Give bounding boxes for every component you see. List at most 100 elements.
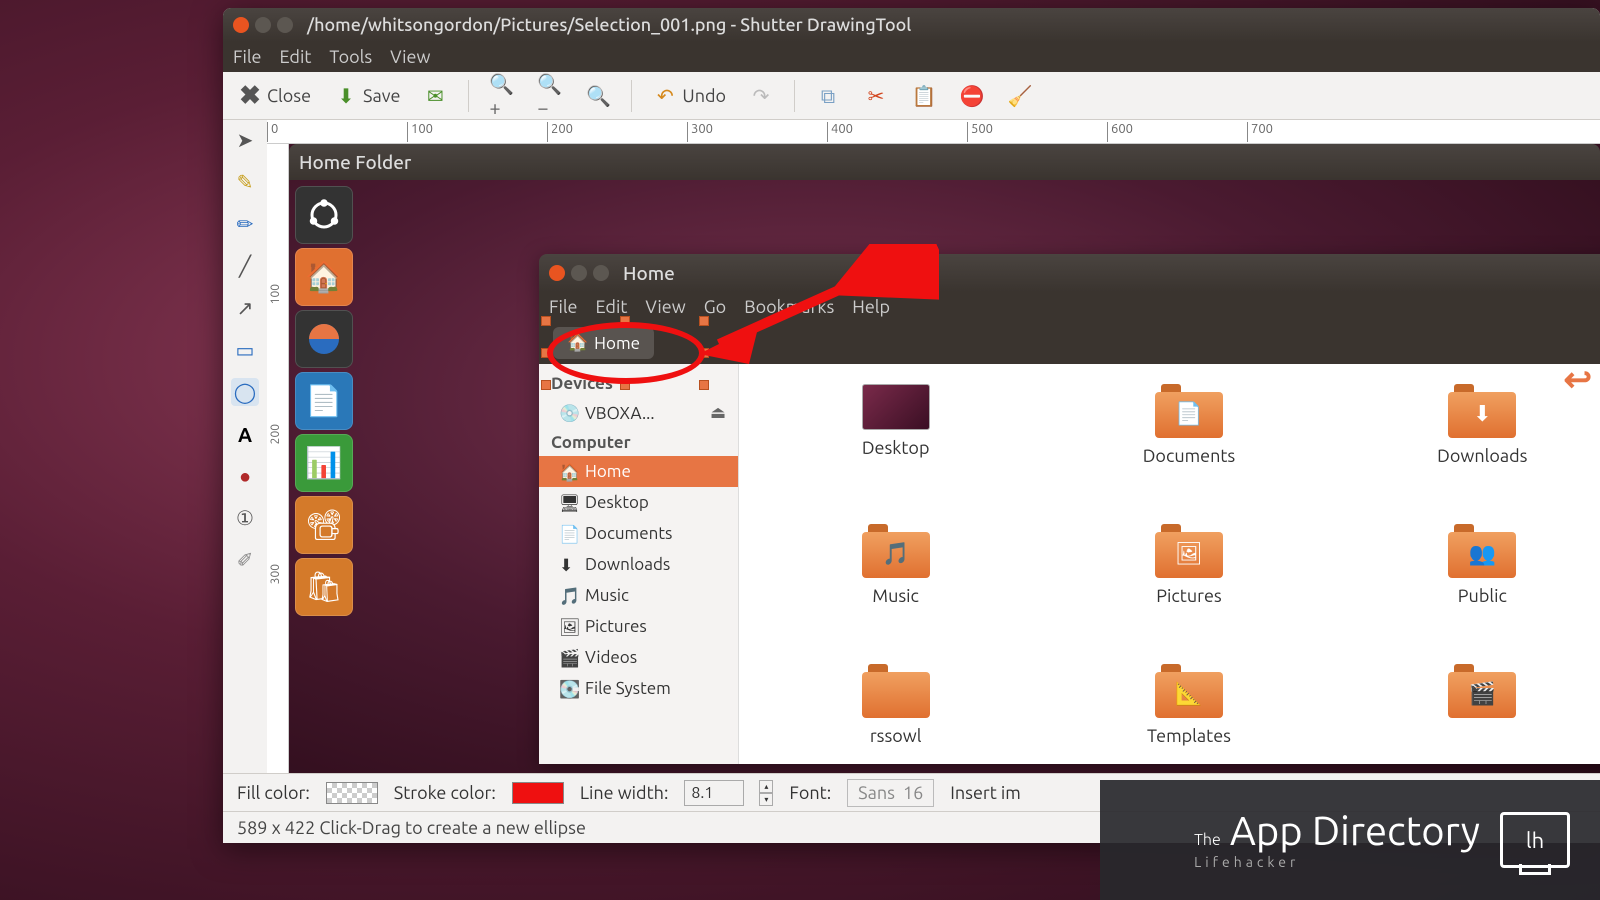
handle-sw[interactable] <box>541 380 551 390</box>
eject-icon[interactable]: ⏏ <box>710 403 726 423</box>
undo-button[interactable]: ↶Undo <box>646 79 732 113</box>
folder-templates[interactable]: 📐Templates <box>1062 664 1315 764</box>
folder-label: Music <box>872 586 918 606</box>
folder-videos[interactable]: 🎬 <box>1356 664 1600 764</box>
menu-file[interactable]: File <box>233 47 262 67</box>
cut-button[interactable]: ✂ <box>857 79 895 113</box>
separator <box>468 80 469 112</box>
linewidth-input[interactable]: 8.1 <box>684 780 744 806</box>
sidebar-label: Home <box>585 462 631 481</box>
edit-area: ➤ ✎ ✏ ╱ ↗ ▭ ◯ A ● ① ✐ 0 100 200 300 400 … <box>223 120 1600 773</box>
redo-button[interactable]: ↷ <box>742 79 780 113</box>
sidebar-item-music[interactable]: 🎵Music <box>539 580 738 611</box>
folder-documents[interactable]: 📄Documents <box>1062 384 1315 514</box>
sidebar-item-desktop[interactable]: 🖥Desktop <box>539 487 738 518</box>
sidebar-item-downloads[interactable]: ⬇Downloads <box>539 549 738 580</box>
unity-launcher: 🏠 📄 📊 📽 🛍 <box>295 186 355 620</box>
font-picker[interactable]: Sans16 <box>847 779 934 807</box>
ellipse-tool[interactable]: ◯ <box>231 378 259 406</box>
annotation-arrow[interactable] <box>689 244 939 374</box>
folder-public[interactable]: 👥Public <box>1356 524 1600 654</box>
window-maximize-button[interactable] <box>277 17 293 33</box>
zoom-in-button[interactable]: 🔍+ <box>483 79 521 113</box>
nav-back-icon[interactable]: ↩ <box>1564 360 1593 400</box>
clipboard-icon: 📋 <box>911 83 937 109</box>
watermark-logo-text: lh <box>1526 828 1544 853</box>
sidebar-item-filesystem[interactable]: 💽File System <box>539 673 738 704</box>
nautilus-menu-file[interactable]: File <box>549 297 578 317</box>
folder-downloads[interactable]: ⬇Downloads <box>1356 384 1600 514</box>
folder-label: Public <box>1458 586 1507 606</box>
canvas[interactable]: Home Folder 🏠 📄 📊 📽 🛍 <box>289 144 1600 773</box>
blur-tool[interactable]: ● <box>231 462 259 490</box>
sidebar-item-home[interactable]: 🏠Home <box>539 456 738 487</box>
close-button[interactable]: ✖Close <box>231 79 317 113</box>
launcher-calc[interactable]: 📊 <box>295 434 353 492</box>
shutter-window: /home/whitsongordon/Pictures/Selection_0… <box>223 8 1600 843</box>
sidebar-label: Music <box>585 586 629 605</box>
folder-music[interactable]: 🎵Music <box>769 524 1022 654</box>
launcher-files[interactable]: 🏠 <box>295 248 353 306</box>
number-tool[interactable]: ① <box>231 504 259 532</box>
line-tool[interactable]: ╱ <box>231 252 259 280</box>
folder-desktop[interactable]: Desktop <box>769 384 1022 514</box>
copy-button[interactable]: ⧉ <box>809 79 847 113</box>
fill-color-swatch[interactable] <box>326 782 378 804</box>
stroke-color-swatch[interactable] <box>512 782 564 804</box>
text-tool[interactable]: A <box>231 420 259 448</box>
rect-tool[interactable]: ▭ <box>231 336 259 364</box>
ruler-tick: 200 <box>551 122 573 136</box>
menu-edit[interactable]: Edit <box>280 47 312 67</box>
save-button[interactable]: ⬇Save <box>327 79 406 113</box>
crop-tool[interactable]: ✐ <box>231 546 259 574</box>
arrow-tool[interactable]: ↗ <box>231 294 259 322</box>
homefolder-titlebar: Home Folder <box>289 144 1600 180</box>
zoom-fit-button[interactable]: 🔍 <box>579 79 617 113</box>
ruler-tick: 600 <box>1111 122 1133 136</box>
window-close-button[interactable] <box>233 17 249 33</box>
sidebar-label: Desktop <box>585 493 649 512</box>
linewidth-spinner[interactable]: ▴▾ <box>759 780 773 806</box>
watermark-the: The <box>1194 831 1221 849</box>
launcher-software[interactable]: 🛍 <box>295 558 353 616</box>
menu-view[interactable]: View <box>390 47 430 67</box>
pointer-tool[interactable]: ➤ <box>231 126 259 154</box>
pencil-tool[interactable]: ✎ <box>231 168 259 196</box>
handle-nw[interactable] <box>541 316 551 326</box>
launcher-impress[interactable]: 📽 <box>295 496 353 554</box>
sidebar-item-videos[interactable]: 🎬Videos <box>539 642 738 673</box>
nautilus-close-button[interactable] <box>549 265 565 281</box>
clear-button[interactable]: 🧹 <box>1001 79 1039 113</box>
sidebar-item-pictures[interactable]: 🖼Pictures <box>539 611 738 642</box>
nautilus-max-button[interactable] <box>593 265 609 281</box>
status-text: 589 x 422 Click-Drag to create a new ell… <box>237 818 586 838</box>
annotation-ellipse[interactable] <box>547 322 705 384</box>
zoom-out-button[interactable]: 🔍− <box>531 79 569 113</box>
launcher-firefox[interactable] <box>295 310 353 368</box>
window-title: /home/whitsongordon/Pictures/Selection_0… <box>307 15 911 35</box>
nautilus-title-label: Home <box>623 262 675 284</box>
sidebar-item-vbox[interactable]: 💿 VBOXA... ⏏ <box>539 397 738 429</box>
folder-rssowl[interactable]: rssowl <box>769 664 1022 764</box>
nautilus-menu-view[interactable]: View <box>645 297 685 317</box>
sidebar-label: File System <box>585 679 671 698</box>
nautilus-iconview[interactable]: Desktop 📄Documents ⬇Downloads 🎵Music 🖼Pi… <box>739 364 1600 764</box>
handle-se[interactable] <box>699 380 709 390</box>
folder-pictures[interactable]: 🖼Pictures <box>1062 524 1315 654</box>
launcher-dash[interactable] <box>295 186 353 244</box>
nautilus-menu-edit[interactable]: Edit <box>596 297 628 317</box>
nautilus-min-button[interactable] <box>571 265 587 281</box>
marker-tool[interactable]: ✏ <box>231 210 259 238</box>
window-minimize-button[interactable] <box>255 17 271 33</box>
menu-tools[interactable]: Tools <box>329 47 372 67</box>
zoom-fit-icon: 🔍 <box>585 83 611 109</box>
folder-icon: 🖼 <box>1155 524 1223 578</box>
delete-button[interactable]: ⛔ <box>953 79 991 113</box>
launcher-writer[interactable]: 📄 <box>295 372 353 430</box>
paste-button[interactable]: 📋 <box>905 79 943 113</box>
export-button[interactable]: ✉ <box>416 79 454 113</box>
sidebar-item-documents[interactable]: 📄Documents <box>539 518 738 549</box>
ruler-tick: 100 <box>411 122 433 136</box>
save-icon: ⬇ <box>333 83 359 109</box>
close-label: Close <box>267 86 311 106</box>
